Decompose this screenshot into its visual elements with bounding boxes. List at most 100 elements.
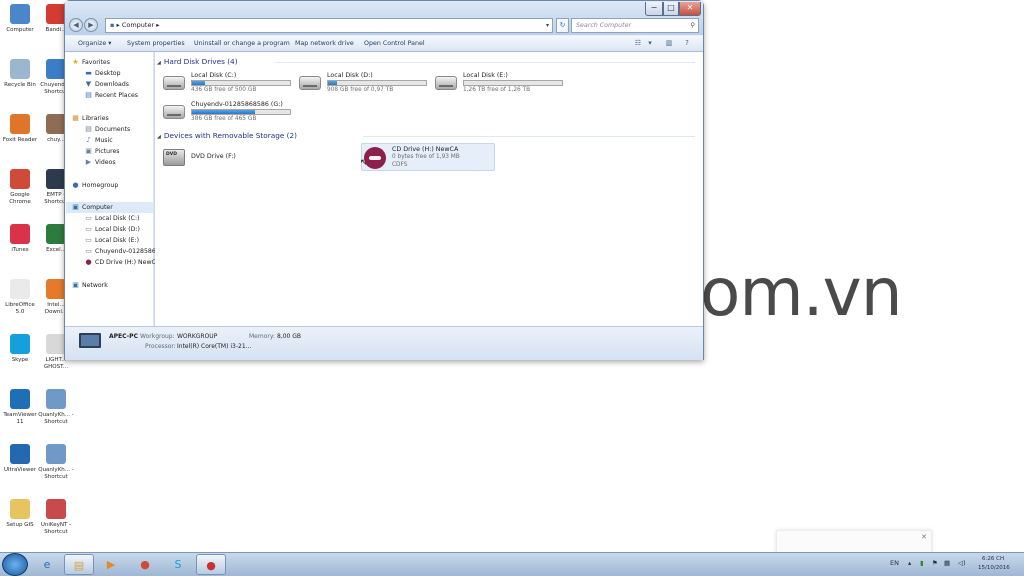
drive-free-space: 0 bytes free of 1,93 MB bbox=[392, 154, 460, 160]
drive-h[interactable]: CD Drive (H:) NewCA 0 bytes free of 1,93… bbox=[361, 143, 495, 171]
sidebar-item-documents[interactable]: ▤ Documents bbox=[84, 124, 166, 135]
drive-f[interactable]: DVD DVD Drive (F:) bbox=[163, 145, 293, 171]
clock-date[interactable]: 15/10/2016 bbox=[978, 565, 1010, 571]
desktop-icon[interactable]: UltraViewer bbox=[1, 444, 39, 480]
desktop-icon[interactable]: Computer bbox=[1, 4, 39, 40]
maximize-button[interactable]: □ bbox=[663, 2, 679, 16]
desktop-icon[interactable]: Recycle Bin bbox=[1, 59, 39, 95]
shortcut-icon bbox=[46, 224, 66, 244]
breadcrumb-separator: ▸ bbox=[156, 21, 160, 29]
desktop-icon[interactable]: iTunes bbox=[1, 224, 39, 260]
language-indicator[interactable]: EN bbox=[890, 559, 899, 567]
desktop-icon-label: Google Chrome bbox=[9, 192, 31, 205]
start-button[interactable] bbox=[2, 553, 28, 576]
network-icon[interactable]: ▦ bbox=[944, 559, 950, 567]
close-icon[interactable]: ✕ bbox=[921, 533, 927, 541]
drive-icon: ▭ bbox=[85, 225, 92, 233]
breadcrumb-computer[interactable]: Computer bbox=[122, 21, 154, 29]
desktop-icon[interactable]: TeamViewer 11 bbox=[1, 389, 39, 425]
show-hidden-icons-icon[interactable]: ▴ bbox=[908, 559, 911, 567]
sidebar-item-favorites[interactable]: ★ Favorites bbox=[71, 57, 153, 68]
search-icon[interactable]: ⚲ bbox=[690, 19, 695, 32]
desktop-icon[interactable]: Foxit Reader bbox=[1, 114, 39, 150]
notification-popup[interactable]: ✕ bbox=[776, 530, 932, 554]
sidebar-item-disk-d[interactable]: ▭ Local Disk (D:) bbox=[84, 224, 166, 235]
drive-name: Local Disk (D:) bbox=[327, 72, 373, 79]
map-network-drive-button[interactable]: Map network drive bbox=[295, 40, 354, 47]
group-hard-disk-drives[interactable]: ◢ Hard Disk Drives (4) bbox=[157, 57, 238, 66]
drive-free-space: 1,26 TB free of 1,26 TB bbox=[463, 87, 531, 93]
drive-e[interactable]: Local Disk (E:) 1,26 TB free of 1,26 TB bbox=[435, 70, 565, 96]
desktop-icon[interactable]: QuanlyKh... - Shortcut bbox=[37, 389, 75, 425]
app-tray-icon[interactable]: ▮ bbox=[920, 559, 924, 567]
system-properties-button[interactable]: System properties bbox=[127, 40, 185, 47]
sidebar-item-cd-h[interactable]: ● CD Drive (H:) NewCA bbox=[84, 257, 166, 268]
chevron-down-icon[interactable]: ▾ bbox=[546, 19, 549, 32]
media-player-icon[interactable]: ▶ bbox=[96, 554, 126, 575]
sidebar-item-libraries[interactable]: ▦ Libraries bbox=[71, 113, 153, 124]
music-icon: ♪ bbox=[86, 136, 91, 144]
desktop-icon-label: Computer bbox=[6, 27, 34, 33]
title-bar[interactable]: − □ ✕ ◀ ▶ ▪ ▸ Computer ▸ ▾ ↻ Search Comp… bbox=[65, 1, 703, 35]
preview-pane-icon[interactable]: ▥ bbox=[664, 39, 674, 48]
downloads-icon: ▼ bbox=[85, 80, 92, 88]
search-input[interactable]: Search Computer ⚲ bbox=[571, 18, 699, 33]
internet-explorer-icon[interactable]: e bbox=[32, 554, 62, 575]
drive-icon: ▭ bbox=[85, 236, 92, 244]
address-bar[interactable]: ▪ ▸ Computer ▸ ▾ bbox=[105, 18, 553, 33]
group-removable-storage[interactable]: ◢ Devices with Removable Storage (2) bbox=[157, 131, 297, 140]
sidebar-item-recent[interactable]: ▤ Recent Places bbox=[84, 90, 166, 101]
drive-g[interactable]: Chuyendv-01285868586 (G:) 386 GB free of… bbox=[163, 99, 293, 125]
change-view-icon[interactable]: ☷ bbox=[633, 39, 643, 48]
organize-button[interactable]: Organize ▾ bbox=[78, 40, 111, 47]
forward-button[interactable]: ▶ bbox=[84, 18, 98, 32]
shortcut-icon bbox=[46, 114, 66, 134]
chrome-icon[interactable]: ● bbox=[130, 554, 160, 575]
shortcut-icon bbox=[10, 224, 30, 244]
videos-icon: ▶ bbox=[85, 158, 92, 166]
collapse-icon: ◢ bbox=[157, 60, 161, 66]
help-icon[interactable]: ? bbox=[682, 39, 692, 48]
sidebar-item-disk-e[interactable]: ▭ Local Disk (E:) bbox=[84, 235, 166, 246]
app-taskbar-button[interactable]: ● bbox=[196, 554, 226, 575]
desktop-icon[interactable]: Setup GIS bbox=[1, 499, 39, 535]
pc-name: APEC-PC bbox=[109, 333, 138, 340]
recent-places-icon: ▤ bbox=[85, 91, 92, 99]
refresh-button[interactable]: ↻ bbox=[556, 18, 569, 33]
desktop-icon-label: Setup GIS bbox=[6, 522, 34, 528]
clock-time[interactable]: 6:26 CH bbox=[982, 556, 1004, 562]
sidebar-item-pictures[interactable]: ▣ Pictures bbox=[84, 146, 166, 157]
close-button[interactable]: ✕ bbox=[679, 2, 701, 16]
desktop-icon[interactable]: UniKeyNT - Shortcut bbox=[37, 499, 75, 535]
sidebar-item-disk-c[interactable]: ▭ Local Disk (C:) bbox=[84, 213, 166, 224]
computer-icon: ▣ bbox=[72, 203, 79, 211]
open-control-panel-button[interactable]: Open Control Panel bbox=[364, 40, 425, 47]
sidebar-item-homegroup[interactable]: ● Homegroup bbox=[71, 180, 153, 191]
sidebar-item-music[interactable]: ♪ Music bbox=[84, 135, 166, 146]
sidebar-item-disk-g[interactable]: ▭ Chuyendv-01285868 bbox=[84, 246, 166, 257]
explorer-taskbar-button[interactable]: ▤ bbox=[64, 554, 94, 575]
volume-icon[interactable]: ◁) bbox=[958, 559, 966, 567]
command-bar: Organize ▾ System properties Uninstall o… bbox=[65, 35, 703, 52]
desktop-icon[interactable]: Skype bbox=[1, 334, 39, 370]
shortcut-icon bbox=[10, 334, 30, 354]
desktop-icon-label: iTunes bbox=[11, 247, 29, 253]
uninstall-program-button[interactable]: Uninstall or change a program bbox=[194, 40, 290, 47]
drive-c[interactable]: Local Disk (C:) 436 GB free of 500 GB bbox=[163, 70, 293, 96]
sidebar-item-computer[interactable]: ▣ Computer bbox=[66, 202, 154, 213]
desktop-icon[interactable]: LibreOffice 5.0 bbox=[1, 279, 39, 315]
sidebar-item-videos[interactable]: ▶ Videos bbox=[84, 157, 166, 168]
desktop-icon[interactable]: Google Chrome bbox=[1, 169, 39, 205]
chevron-down-icon[interactable]: ▾ bbox=[645, 39, 655, 48]
skype-icon[interactable]: S bbox=[163, 554, 193, 575]
desktop-icon[interactable]: QuanlyKh... - Shortcut bbox=[37, 444, 75, 480]
minimize-button[interactable]: − bbox=[645, 2, 663, 16]
sidebar-item-downloads[interactable]: ▼ Downloads bbox=[84, 79, 166, 90]
drive-d[interactable]: Local Disk (D:) 908 GB free of 0,97 TB bbox=[299, 70, 429, 96]
shortcut-icon bbox=[10, 59, 30, 79]
flag-icon[interactable]: ⚑ bbox=[932, 559, 938, 567]
sidebar-item-network[interactable]: ▣ Network bbox=[71, 280, 153, 291]
desktop-icon: ▬ bbox=[85, 69, 92, 77]
sidebar-item-desktop[interactable]: ▬ Desktop bbox=[84, 68, 166, 79]
back-button[interactable]: ◀ bbox=[69, 18, 83, 32]
